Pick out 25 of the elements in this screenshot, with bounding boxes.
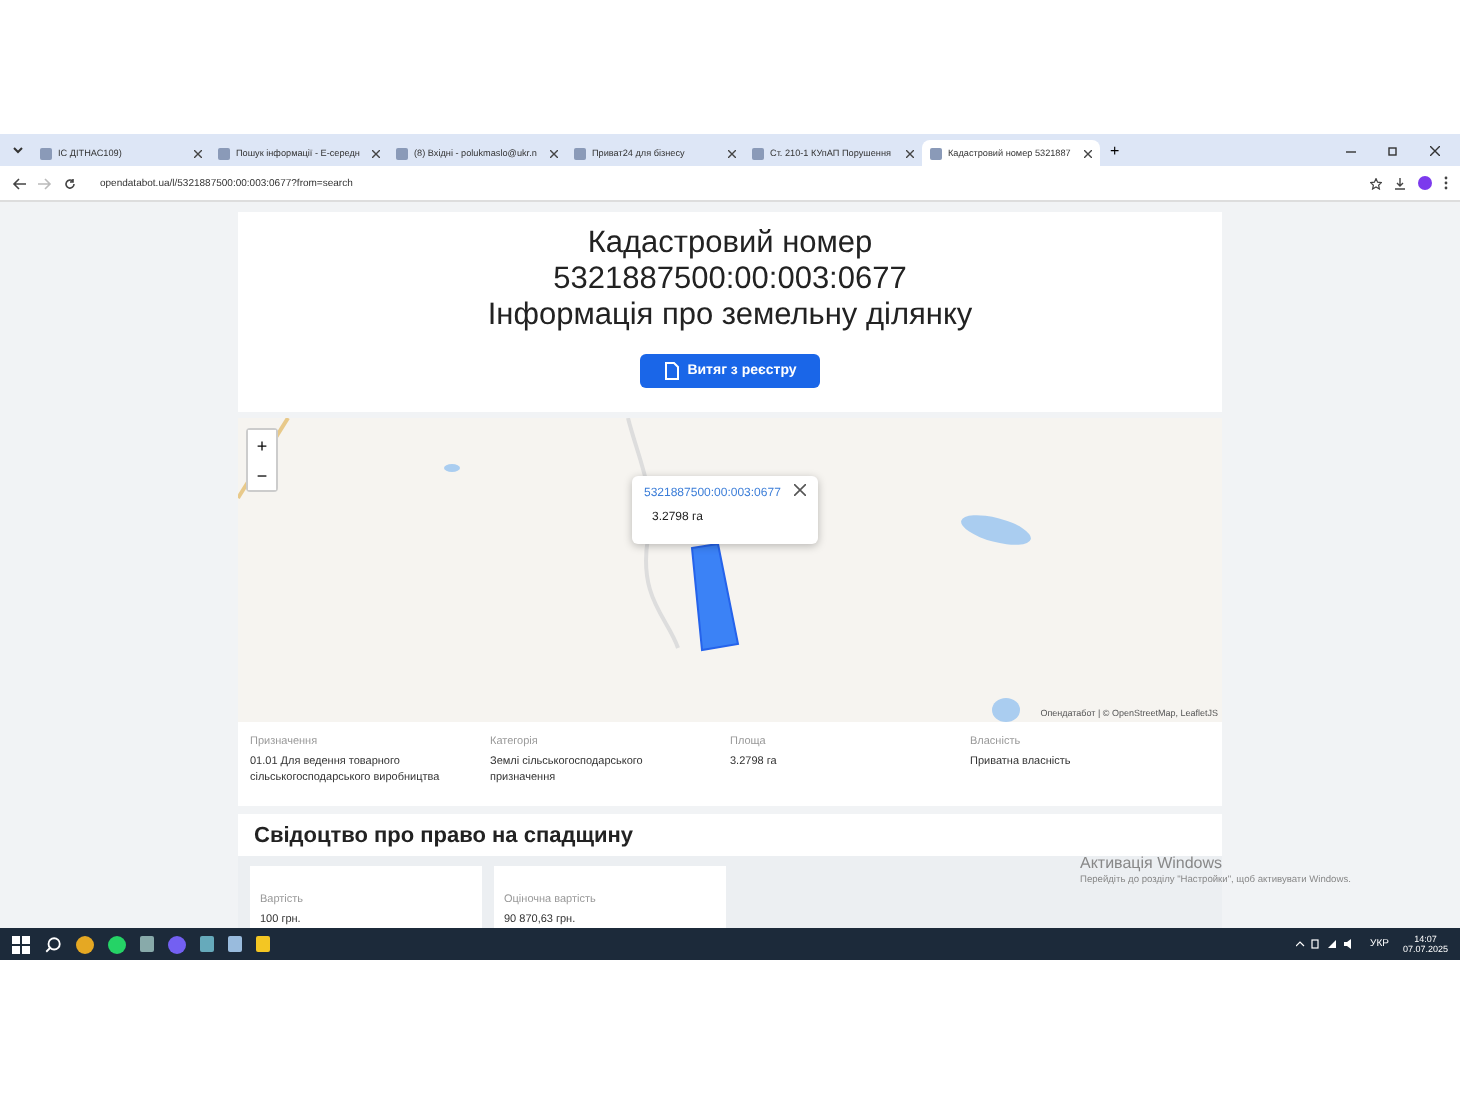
reload-icon[interactable]	[64, 177, 76, 189]
close-icon[interactable]	[794, 484, 806, 496]
search-icon[interactable]	[44, 935, 62, 953]
close-icon[interactable]	[906, 149, 914, 157]
minimize-icon[interactable]	[1346, 145, 1356, 155]
star-icon[interactable]	[1370, 177, 1382, 189]
restore-icon[interactable]	[1388, 145, 1398, 155]
close-icon[interactable]	[1430, 145, 1440, 155]
close-icon[interactable]	[728, 149, 736, 157]
profile-avatar[interactable]	[1418, 176, 1432, 190]
close-icon[interactable]	[194, 149, 202, 157]
new-tab-button[interactable]: +	[1100, 141, 1130, 159]
page-title: 5321887500:00:003:0677	[553, 262, 907, 298]
document-icon	[663, 362, 680, 380]
tray-icons[interactable]	[1296, 938, 1357, 950]
close-icon[interactable]	[550, 149, 558, 157]
section-title: Свідоцтво про право на спадщину	[252, 822, 636, 852]
close-icon[interactable]	[372, 149, 380, 157]
page-title: Кадастровий номер	[587, 226, 873, 262]
windows-icon[interactable]	[12, 935, 30, 953]
activation-title: Активація Windows	[1080, 854, 1225, 872]
page-title: Інформація про земельну ділянку	[487, 298, 973, 334]
close-icon[interactable]	[1084, 149, 1092, 157]
back-icon[interactable]	[12, 177, 26, 189]
download-icon[interactable]	[1394, 177, 1406, 189]
